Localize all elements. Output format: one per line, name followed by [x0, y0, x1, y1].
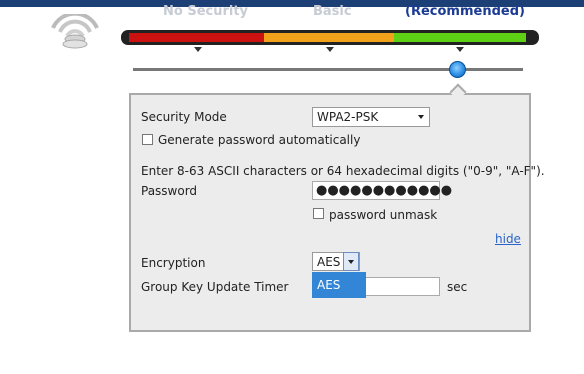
level-label-recommended: (Recommended)	[405, 4, 525, 19]
password-value: ●●●●●●●●●●●●	[316, 183, 453, 198]
password-unmask-label: password unmask	[329, 208, 438, 222]
security-mode-value: WPA2-PSK	[317, 110, 379, 124]
security-mode-select[interactable]: WPA2-PSK	[312, 107, 430, 127]
level-marker-no-security	[194, 47, 202, 52]
group-key-timer-unit: sec	[447, 280, 468, 294]
security-level-meter	[121, 30, 539, 45]
encryption-option-aes[interactable]: AES	[312, 272, 366, 298]
wifi-router-icon	[48, 11, 102, 50]
password-field[interactable]: ●●●●●●●●●●●●	[312, 181, 452, 200]
encryption-label: Encryption	[141, 256, 206, 270]
level-label-basic: Basic	[313, 4, 352, 19]
meter-segment-no-security	[129, 33, 264, 42]
level-marker-basic	[326, 47, 334, 52]
hide-link[interactable]: hide	[495, 231, 521, 247]
encryption-dropdown-button[interactable]	[343, 252, 359, 271]
password-hint: Enter 8-63 ASCII characters or 64 hexade…	[141, 164, 545, 178]
generate-password-checkbox[interactable]	[142, 134, 153, 145]
password-unmask-checkbox[interactable]	[313, 208, 324, 219]
group-key-timer-label: Group Key Update Timer	[141, 280, 289, 294]
chevron-down-icon	[418, 115, 424, 119]
level-marker-recommended	[456, 47, 464, 52]
meter-segment-recommended	[394, 33, 526, 42]
meter-segment-basic	[264, 33, 394, 42]
level-label-no-security: No Security	[163, 4, 249, 19]
security-slider-handle[interactable]	[449, 61, 466, 78]
password-label: Password	[141, 184, 198, 198]
security-mode-label: Security Mode	[141, 110, 227, 124]
generate-password-label: Generate password automatically	[158, 133, 361, 147]
chevron-down-icon	[348, 260, 354, 264]
encryption-value: AES	[317, 255, 341, 269]
